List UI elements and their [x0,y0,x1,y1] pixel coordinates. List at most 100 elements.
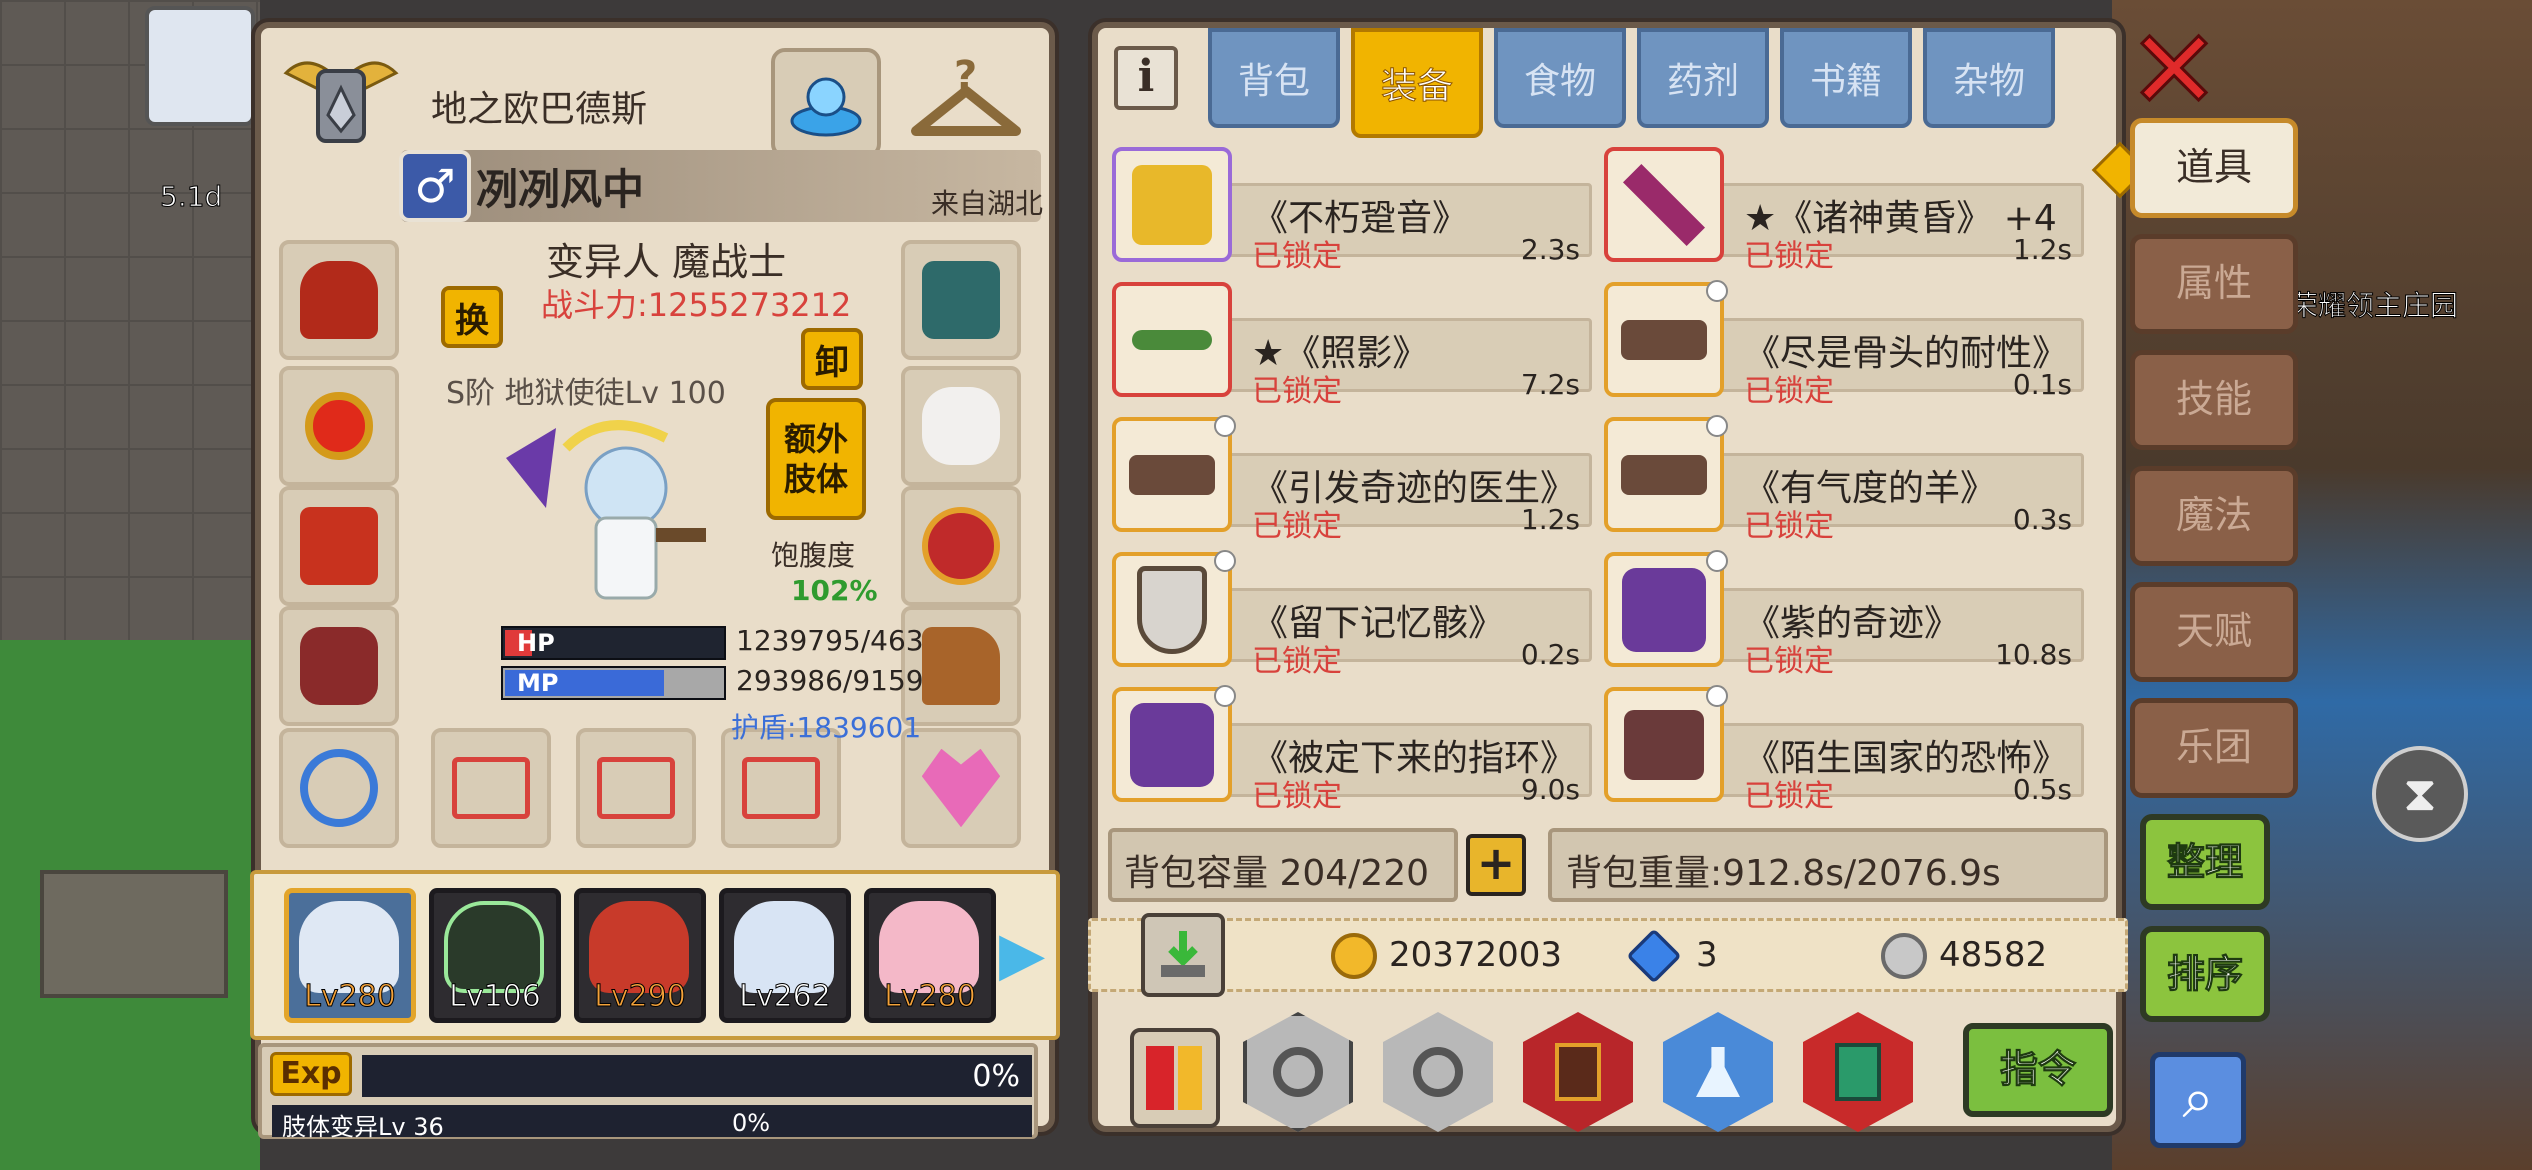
extra-limb-button[interactable]: 额外 肢体 [766,398,866,520]
info-button[interactable]: i [1114,46,1178,110]
tab-skills[interactable]: 技能 [2130,350,2298,450]
tab-talent[interactable]: 天赋 [2130,582,2298,682]
tab-misc[interactable]: 杂物 [1923,28,2055,128]
tab-books[interactable]: 书籍 [1780,28,1912,128]
alchemy-button[interactable] [1658,1008,1778,1136]
tab-attributes[interactable]: 属性 [2130,234,2298,334]
bag-capacity: 背包容量 204/220 [1108,828,1458,902]
gauntlet-slot[interactable] [279,606,399,726]
search-icon[interactable]: ⌕ [2150,1052,2246,1148]
party-member-5[interactable]: Lv280 [864,888,996,1023]
ring-slot[interactable] [279,728,399,848]
wardrobe-hanger-icon[interactable]: ? [901,46,1031,156]
weapon-slot-1[interactable] [431,728,551,848]
dragon-helmet-icon [299,260,379,340]
shield-slot[interactable] [901,240,1021,360]
skull-badge-icon [1214,415,1236,437]
item-row[interactable]: 《引发奇迹的医生》 已锁定 1.2s [1112,413,1592,544]
character-class: 变异人 魔战士 [546,240,787,284]
item-lock-status: 已锁定 [1744,644,1834,679]
bag-weight: 背包重量:912.8s/2076.9s [1548,828,2108,902]
crossbow-icon [1112,282,1232,397]
expand-capacity-button[interactable]: + [1466,834,1526,896]
map-level-label: 5.1d [159,180,223,214]
player-origin: 来自湖北 [931,187,1044,220]
belt-slot[interactable] [901,486,1021,606]
item-row[interactable]: 《有气度的羊》 已锁定 0.3s [1604,413,2084,544]
tab-band[interactable]: 乐团 [2130,698,2298,798]
tab-potion[interactable]: 药剂 [1637,28,1769,128]
blue-ring-icon [299,748,379,828]
codex-button[interactable] [1798,1008,1918,1136]
collect-download-icon[interactable] [1141,913,1225,997]
item-time: 1.2s [1520,503,1580,536]
item-list: 《不朽跫音》 已锁定 2.3s ★《诸神黄昏》 +4 已锁定 1.2s ★《照影… [1112,143,2112,823]
exp-badge: Exp [270,1052,352,1096]
hourglass-icon[interactable]: ⧗ [2372,746,2468,842]
inspect-magnifier-icon [1383,1012,1493,1132]
item-row[interactable]: 《陌生国家的恐怖》 已锁定 0.5s [1604,683,2084,814]
item-row[interactable]: 《不朽跫音》 已锁定 2.3s [1112,143,1592,274]
sort-button[interactable]: 排序 [2140,926,2270,1022]
party-level: Lv290 [594,979,687,1015]
party-level: Lv106 [449,979,542,1015]
party-member-2[interactable]: Lv106 [429,888,561,1023]
item-lock-status: 已锁定 [1252,509,1342,544]
gold-coin-icon [1331,933,1377,979]
item-row[interactable]: ★《照影》 已锁定 7.2s [1112,278,1592,409]
weapon-slot-3[interactable] [721,728,841,848]
swap-weapon-button[interactable]: 换 [441,286,503,348]
tab-items[interactable]: 道具 [2130,118,2298,218]
purple-sword-icon [1604,147,1724,262]
party-level: Lv280 [304,979,397,1015]
tab-magic[interactable]: 魔法 [2130,466,2298,566]
helmet-slot[interactable] [279,240,399,360]
hp-value: 1239795/463 [736,624,924,657]
skull-badge-icon [1706,685,1728,707]
combat-power: 战斗力:1255273212 [541,286,852,324]
party-next-arrow-icon[interactable]: ▶ [999,914,1049,994]
item-lock-status: 已锁定 [1252,779,1342,814]
item-row[interactable]: 《紫的奇迹》 已锁定 10.8s [1604,548,2084,679]
item-row[interactable]: 《被定下来的指环》 已锁定 9.0s [1112,683,1592,814]
sort-number-icon[interactable] [1130,1028,1220,1128]
close-icon[interactable]: ✕ [2127,14,2222,127]
tab-food[interactable]: 食物 [1494,28,1626,128]
limb-mutation-label: 肢体变异Lv 36 [282,1113,444,1141]
party-member-3[interactable]: Lv290 [574,888,706,1023]
tidy-button[interactable]: 整理 [2140,814,2270,910]
accessory-slot[interactable] [901,728,1021,848]
tab-equipment[interactable]: 装备 [1351,28,1483,138]
mp-row: MP 293986/9159 [501,664,981,700]
map-player-portrait[interactable] [145,6,255,126]
armor-slot[interactable] [279,486,399,606]
craft-book-button[interactable] [1518,1008,1638,1136]
item-time: 0.5s [2012,773,2072,806]
cape-slot[interactable] [901,366,1021,486]
party-member-4[interactable]: Lv262 [719,888,851,1023]
red-belt-icon [921,506,1001,586]
party-level: Lv280 [884,979,977,1015]
item-time: 9.0s [1520,773,1580,806]
manor-label: 荣耀领主庄园 [2289,289,2459,323]
bone-boots-icon [1112,415,1236,532]
teleport-orb-icon[interactable] [771,48,881,158]
search-magnifier-button[interactable] [1238,1008,1358,1136]
inspect-button[interactable] [1378,1008,1498,1136]
tab-backpack[interactable]: 背包 [1208,28,1340,128]
purple-armor-icon [1112,685,1236,802]
bone-boots-icon [1604,280,1728,397]
skull-badge-icon [1214,685,1236,707]
necklace-slot[interactable] [279,366,399,486]
item-row[interactable]: 《留下记忆骸》 已锁定 0.2s [1112,548,1592,679]
boots-icon [1604,685,1728,802]
item-time: 2.3s [1520,233,1580,266]
weapon-slot-2[interactable] [576,728,696,848]
party-member-1[interactable]: Lv280 [284,888,416,1023]
red-robe-icon [299,506,379,586]
weapon-label: S阶 地狱使徒Lv 100 [446,376,726,411]
command-button[interactable]: 指令 [1963,1023,2113,1117]
unequip-button[interactable]: 卸 [801,328,863,390]
item-row[interactable]: 《尽是骨头的耐性》 已锁定 0.1s [1604,278,2084,409]
item-row[interactable]: ★《诸神黄昏》 +4 已锁定 1.2s [1604,143,2084,274]
